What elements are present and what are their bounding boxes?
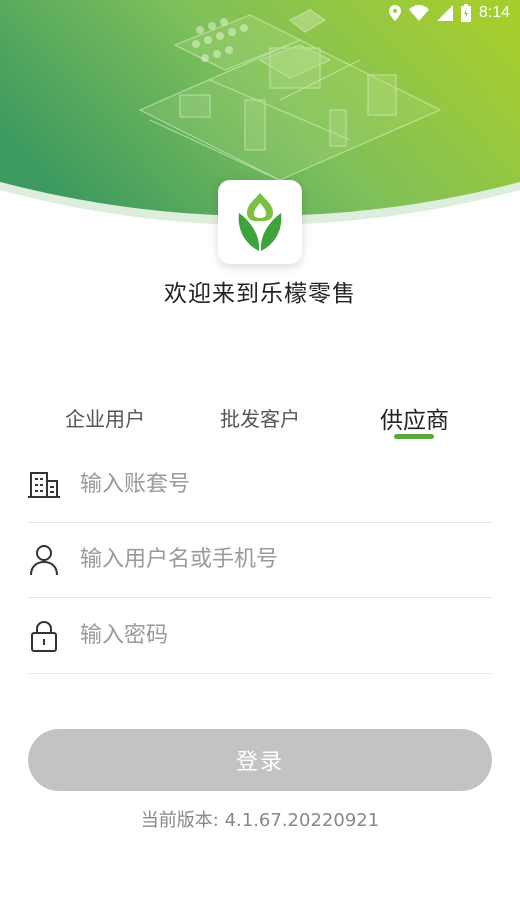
login-button[interactable]: 登录 xyxy=(28,729,492,791)
welcome-title: 欢迎来到乐檬零售 xyxy=(164,281,356,307)
signal-icon xyxy=(436,5,453,21)
password-field xyxy=(28,598,492,674)
status-time: 8:14 xyxy=(478,4,510,21)
status-bar: 8:14 xyxy=(0,0,520,26)
leaf-logo-icon xyxy=(238,193,282,251)
version-text: 当前版本: 4.1.67.20220921 xyxy=(140,810,380,831)
user-icon xyxy=(28,544,60,576)
battery-icon xyxy=(460,4,471,22)
tab-enterprise-user[interactable]: 企业用户 xyxy=(65,403,145,432)
password-input[interactable] xyxy=(80,623,460,648)
building-icon xyxy=(28,469,60,501)
app-logo xyxy=(218,180,302,264)
tab-selected-indicator xyxy=(394,434,434,439)
username-field xyxy=(28,522,492,598)
lock-icon xyxy=(28,620,60,652)
tab-wholesale-customer[interactable]: 批发客户 xyxy=(220,403,300,432)
tab-supplier[interactable]: 供应商 xyxy=(380,401,449,435)
account-set-input[interactable] xyxy=(80,472,460,497)
user-type-tabs: 企业用户 批发客户 供应商 xyxy=(0,398,520,448)
location-icon xyxy=(388,5,401,21)
account-set-field xyxy=(28,447,492,523)
username-input[interactable] xyxy=(80,547,460,572)
wifi-icon xyxy=(408,5,429,21)
